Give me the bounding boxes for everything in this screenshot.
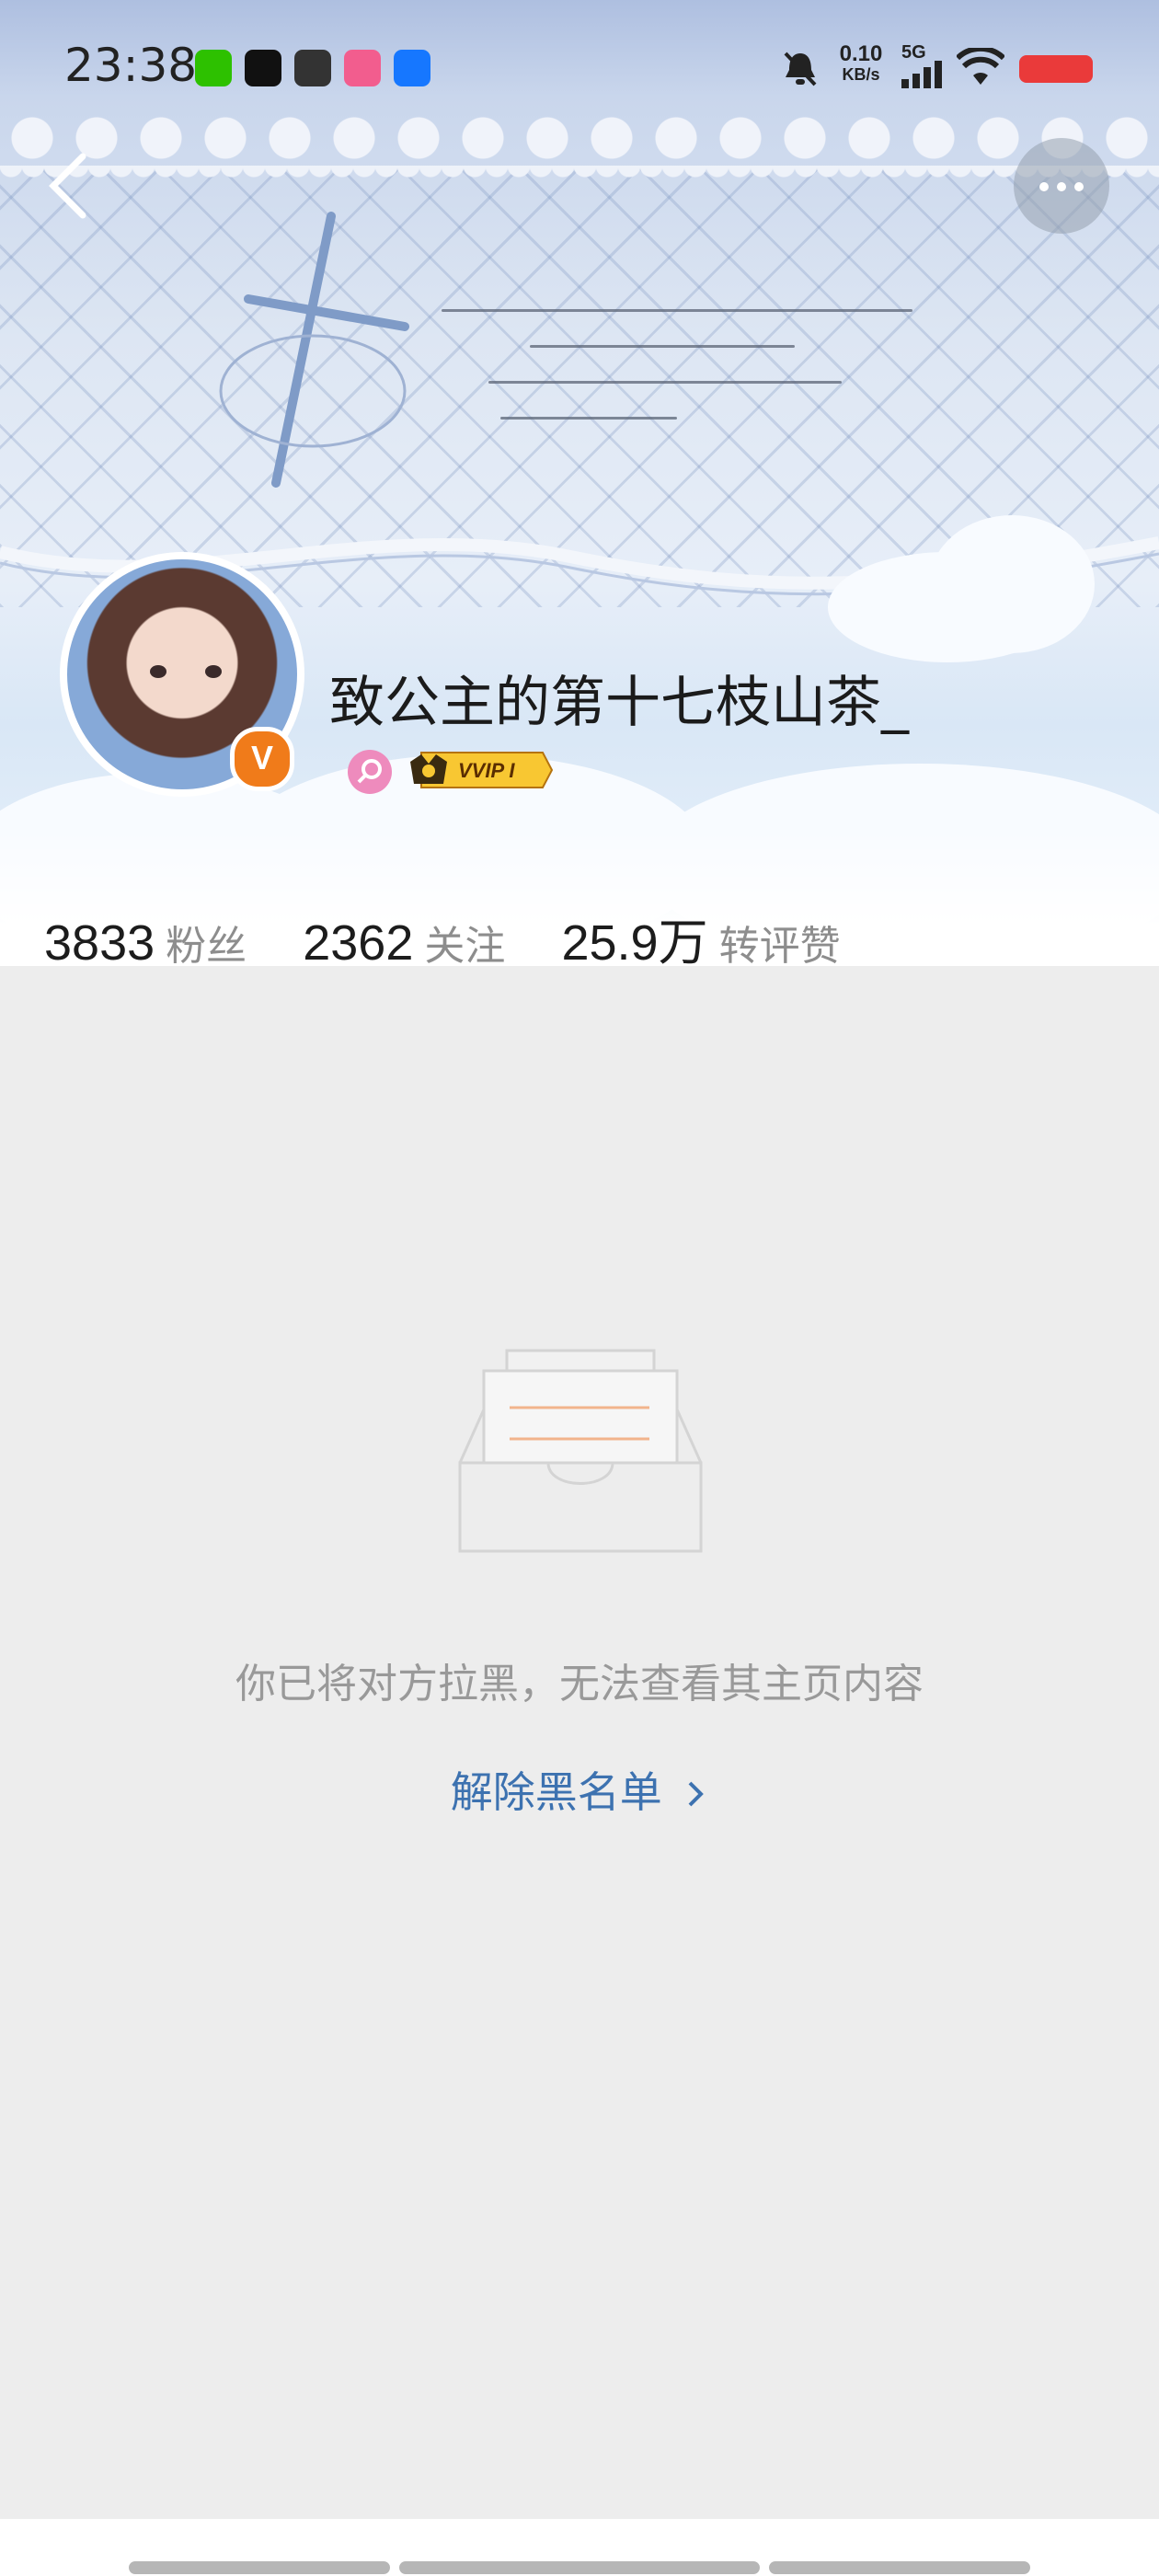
status-time: 23:38 xyxy=(64,39,198,92)
cross-ornament xyxy=(219,212,409,488)
wechat-icon xyxy=(195,50,232,86)
gesture-bar[interactable] xyxy=(769,2561,1030,2574)
status-bar: 23:38 0.10 KB/s 5G xyxy=(0,0,1159,138)
net-speed: 0.10 KB/s xyxy=(839,41,883,85)
handwriting-decoration xyxy=(442,276,1030,460)
more-horizontal-icon xyxy=(1039,182,1049,191)
chevron-left-icon[interactable] xyxy=(37,147,101,221)
blocked-message: 你已将对方拉黑，无法查看其主页内容 xyxy=(235,1661,924,1708)
search-badge-icon[interactable] xyxy=(348,750,392,794)
battery-icon xyxy=(1019,55,1093,83)
tiktok-icon xyxy=(245,50,281,86)
vvip-label: VVIP I xyxy=(458,759,515,782)
stat-followers[interactable]: 3833 粉丝 xyxy=(44,913,247,972)
profile-banner xyxy=(0,0,1159,966)
browser-icon xyxy=(394,50,430,86)
vvip-badge[interactable]: VVIP I xyxy=(408,749,556,791)
app-icon xyxy=(294,50,331,86)
profile-name: 致公主的第十七枝山茶_ xyxy=(329,671,909,735)
more-button[interactable] xyxy=(1014,138,1109,234)
verified-badge: V xyxy=(230,727,294,791)
cloud-decoration xyxy=(929,515,1095,653)
wifi-icon xyxy=(957,48,1004,85)
unblock-link[interactable]: 解除黑名单 xyxy=(0,1759,1159,1820)
mute-bell-icon xyxy=(784,52,817,86)
bilibili-icon xyxy=(344,50,381,86)
stats-row: 3833 粉丝 2362 关注 25.9万 转评赞 xyxy=(44,902,892,971)
profile-page: 23:38 0.10 KB/s 5G V 致公主的第十七枝山茶_ VVIP I … xyxy=(0,0,1159,2576)
avatar[interactable]: V xyxy=(37,534,313,800)
lace-trim xyxy=(0,166,1159,190)
gesture-bar[interactable] xyxy=(129,2561,390,2574)
stat-following[interactable]: 2362 关注 xyxy=(303,913,505,972)
stat-interactions[interactable]: 25.9万 转评赞 xyxy=(561,902,840,974)
chevron-right-icon xyxy=(688,1781,705,1807)
empty-inbox-icon xyxy=(458,1349,703,1553)
gesture-bar[interactable] xyxy=(399,2561,760,2574)
signal-icon xyxy=(901,61,942,88)
